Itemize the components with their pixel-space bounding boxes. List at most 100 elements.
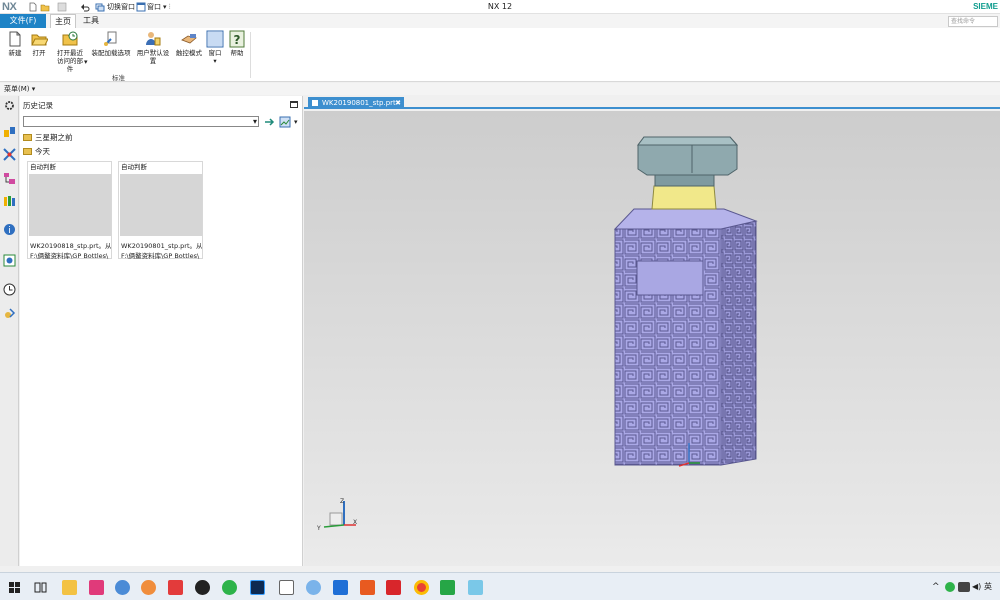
view-triad: Z X Y [316,498,357,532]
folder-icon [23,134,32,141]
command-finder-input[interactable]: 查找命令 [948,16,998,27]
title-bar: NX 切换窗口 窗口 ▾ ⫶ NX 12 SIEME [0,0,1000,14]
qq-icon[interactable] [195,580,210,595]
folder-three-weeks-ago[interactable]: 三星期之前 [23,133,73,143]
history-panel: 历史记录 ▾ 三星期之前 今天 自动判断 WK20190818_stp.prt。… [20,96,303,566]
history-title: 历史记录 [23,101,53,110]
tab-home[interactable]: 主页 [50,14,76,28]
open-folder-icon[interactable] [40,2,50,12]
reuse-library-icon[interactable] [3,194,16,207]
tab-part-file[interactable]: WK20190801_stp.prt ✖ [308,97,404,109]
bottle-shoulder [613,208,758,230]
save-icon[interactable] [57,2,67,12]
part-file-icon [312,100,318,106]
switch-window-label[interactable]: 切换窗口 [107,0,135,14]
perfume-bottle-model [613,136,758,467]
history-filter-dropdown[interactable] [23,116,259,127]
svg-text:?: ? [234,33,241,47]
go-arrow-icon[interactable] [264,117,275,127]
app-video-icon[interactable] [440,580,455,595]
app-docs-icon[interactable] [333,580,348,595]
help-icon: ? [229,30,245,48]
open-folder-icon [31,34,48,46]
nx-logo: NX [2,1,17,13]
assembly-navigator-icon[interactable] [3,126,16,139]
app-grid-icon[interactable] [279,580,294,595]
close-tab-icon[interactable]: ✖ [395,97,401,109]
view-style-dropdown-icon[interactable]: ▾ [294,118,298,126]
history-clock-icon[interactable] [3,283,16,296]
system-scene-icon[interactable] [3,307,16,320]
undo-icon[interactable] [80,2,90,12]
graphics-viewport[interactable]: Z X Y [304,111,1000,566]
wps-icon[interactable] [386,580,401,595]
assembly-load-icon [104,31,117,46]
ribbon-group-divider [250,32,251,78]
touch-mode-button[interactable]: 触控模式 [174,30,204,57]
maximize-panel-icon[interactable] [290,101,298,108]
window-btn-label: 窗口 [208,49,222,57]
history-item[interactable]: 自动判断 WK20190801_stp.prt。从 F:\俩鳌资料库\GP Bo… [118,161,203,260]
history-item-header: 自动判断 [121,163,147,171]
open-button[interactable]: 打开 [28,30,50,57]
qa-dropdown-icon[interactable]: ▾ ⫶ [163,0,171,14]
nx-taskbar-icon[interactable] [468,580,483,595]
part-tab-label: WK20190801_stp.prt [322,99,396,107]
settings-gear-icon[interactable] [3,99,16,112]
app-blue-icon[interactable] [306,580,321,595]
task-view-icon[interactable] [33,580,48,595]
tab-tools[interactable]: 工具 [78,14,104,28]
switch-window-icon[interactable] [95,2,105,12]
recent-dropdown-icon[interactable]: ▾ [84,58,88,66]
new-button[interactable]: 新建 [4,30,26,57]
app-360-icon[interactable] [360,580,375,595]
window-label[interactable]: 窗口 [147,0,161,14]
new-file-icon[interactable] [28,2,38,12]
part-navigator-icon[interactable] [3,172,16,185]
window-icon [206,30,224,48]
user-defaults-label: 用户默认设置 [136,49,170,65]
volume-icon[interactable]: ◀) [972,573,981,600]
app-orange-icon[interactable] [141,580,156,595]
bottle-body-side [720,220,757,466]
standard-group-label: 标准 [112,74,125,82]
app-browser-icon[interactable] [115,580,130,595]
svg-text:X: X [353,519,357,526]
window-icon[interactable] [136,2,146,12]
battery-icon[interactable] [958,582,970,592]
svg-text:Y: Y [316,525,321,532]
help-button[interactable]: ? 帮助 [228,30,246,57]
wechat-icon[interactable] [222,580,237,595]
file-explorer-icon[interactable] [62,580,77,595]
photoshop-icon[interactable] [250,580,265,595]
nx-window: NX 切换窗口 窗口 ▾ ⫶ NX 12 SIEME 文件(F) 主页 工具 查… [0,0,1000,600]
bottle-label-plate [636,260,704,296]
history-item-path: F:\俩鳌资料库\GP Bottles\ [30,252,109,260]
view-style-icon[interactable] [279,116,291,128]
svg-text:Z: Z [340,498,344,505]
ribbon: 新建 打开 打开最近访问的部件 装配加载选项 用户默认设置 触控模式 窗口 ▾ ? [0,28,1000,82]
menu-bar: 菜单(M) ▾ [0,83,1000,95]
tray-expand-icon[interactable]: ^ [932,573,940,600]
chrome-icon[interactable] [414,580,429,595]
assembly-load-options-button[interactable]: 装配加载选项 [90,30,132,57]
tray-wechat-icon[interactable] [945,582,955,592]
youdao-icon[interactable] [168,580,183,595]
input-method-indicator[interactable]: 英 [984,573,992,600]
menu-button[interactable]: 菜单(M) ▾ [4,83,35,95]
app-paper-plane-icon[interactable] [89,580,104,595]
web-browser-icon[interactable]: i [3,223,16,236]
folder-today[interactable]: 今天 [23,147,50,157]
ribbon-tabs: 文件(F) 主页 工具 查找命令 [0,14,1000,28]
start-windows-icon[interactable] [7,580,22,595]
user-defaults-button[interactable]: 用户默认设置 [134,30,172,65]
recent-parts-icon [62,31,78,46]
constraint-navigator-icon[interactable] [3,148,16,161]
tab-file[interactable]: 文件(F) [0,14,46,28]
touch-mode-icon [181,34,197,44]
window-button[interactable]: 窗口 ▾ [204,30,226,65]
open-recent-button[interactable]: 打开最近访问的部件 [52,30,88,73]
history-item[interactable]: 自动判断 WK20190818_stp.prt。从 F:\俩鳌资料库\GP Bo… [27,161,112,260]
palette-icon[interactable] [3,254,16,267]
folder-open-icon [23,148,32,155]
